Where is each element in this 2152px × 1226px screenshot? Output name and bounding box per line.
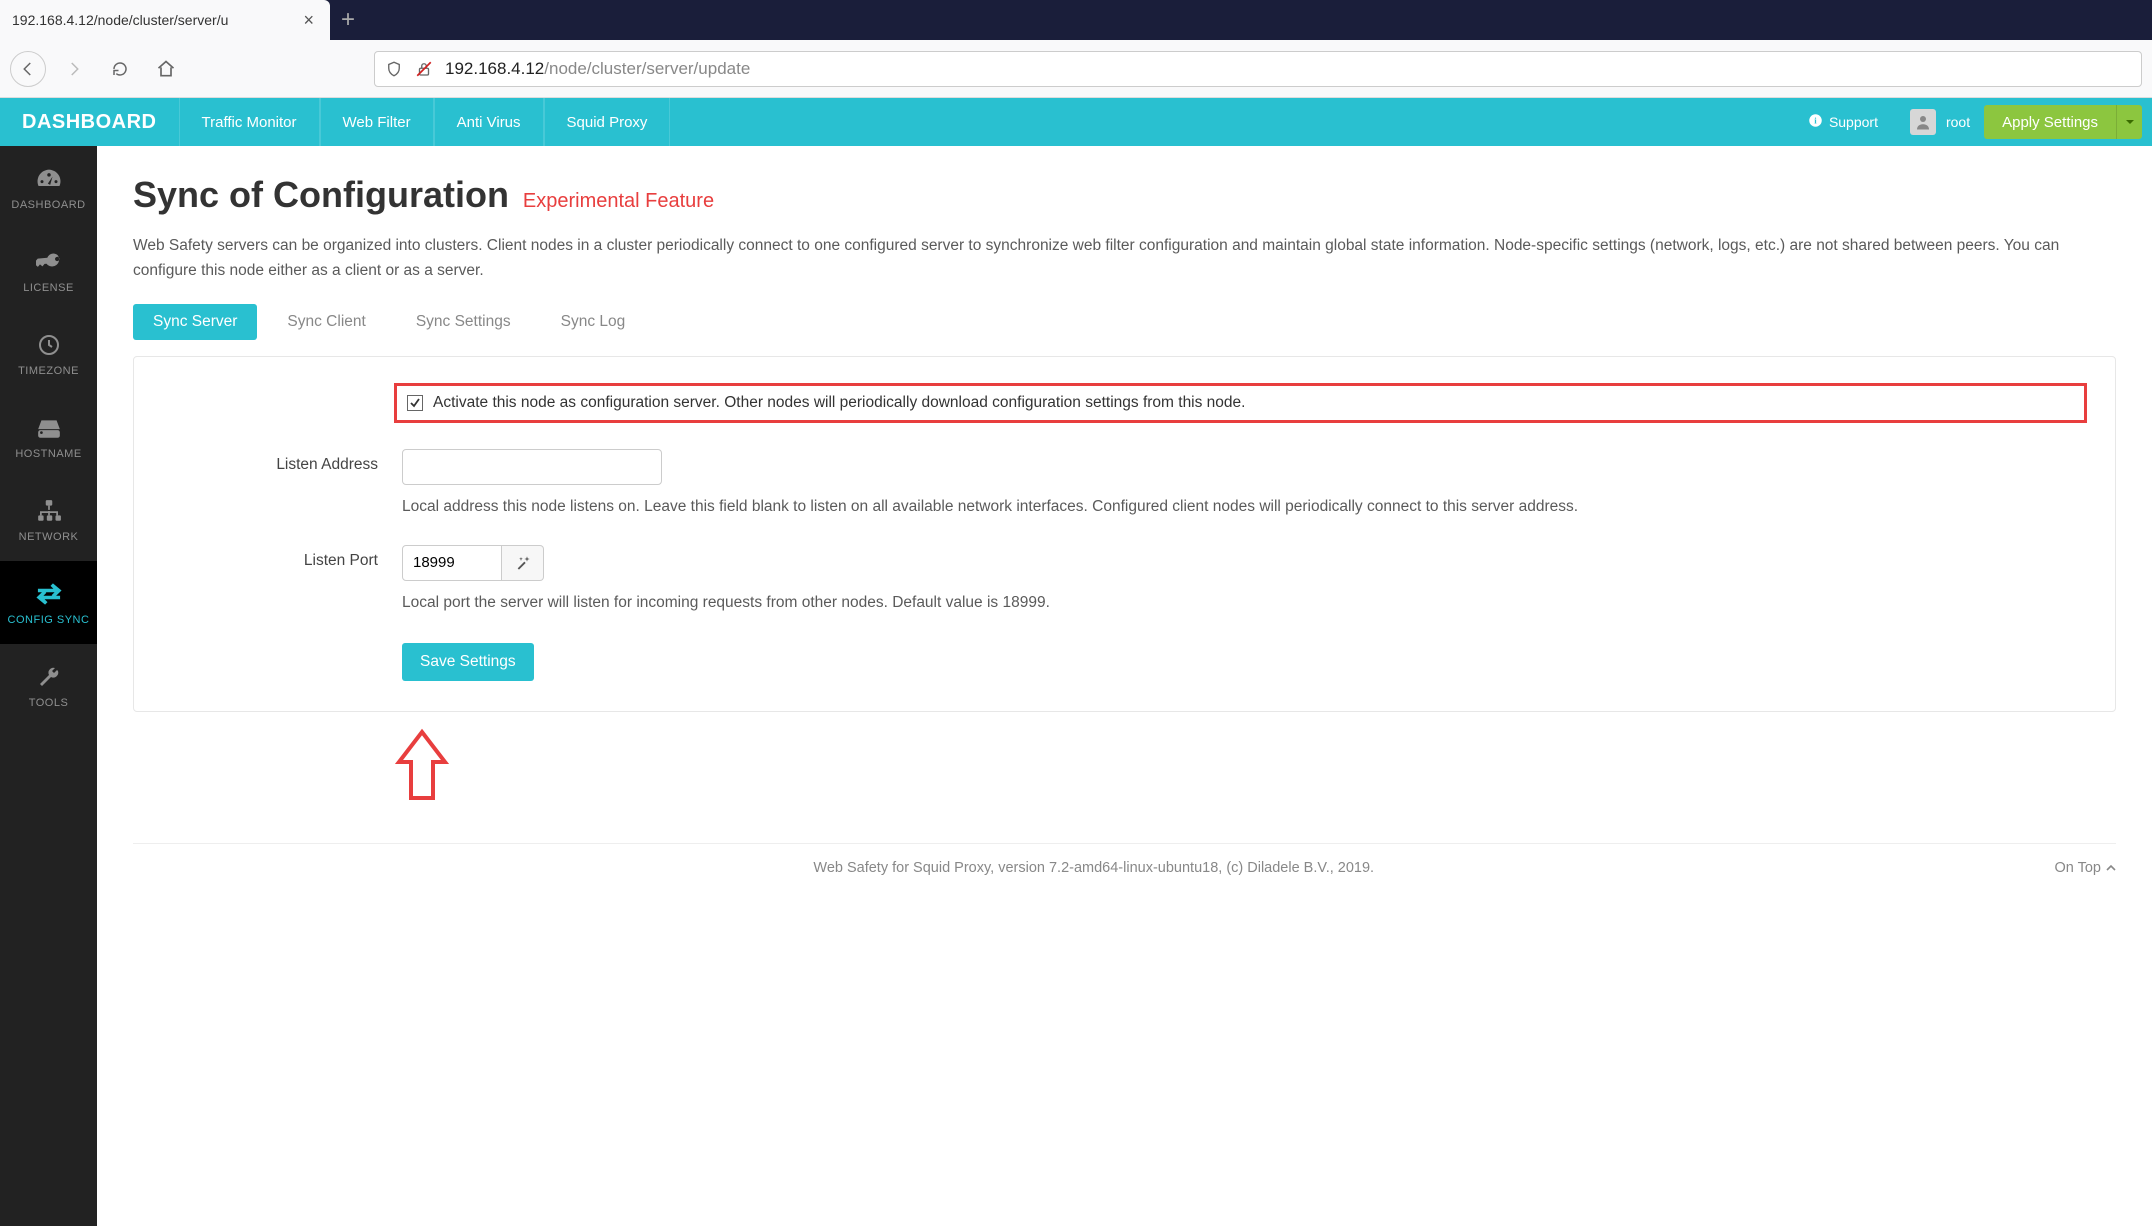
listen-address-help: Local address this node listens on. Leav… xyxy=(402,495,2087,519)
page-heading: Sync of Configuration Experimental Featu… xyxy=(133,174,2116,216)
chevron-up-icon xyxy=(2106,863,2116,873)
sidebar-item-label: CONFIG SYNC xyxy=(8,614,90,626)
save-settings-button[interactable]: Save Settings xyxy=(402,643,534,681)
browser-tab[interactable]: 192.168.4.12/node/cluster/server/u × xyxy=(0,0,330,40)
drive-icon xyxy=(36,414,62,442)
user-label: root xyxy=(1946,114,1970,130)
page-title: Sync of Configuration xyxy=(133,174,509,215)
tab-sync-server[interactable]: Sync Server xyxy=(133,304,257,340)
close-icon[interactable]: × xyxy=(299,10,318,31)
annotation-arrow-icon xyxy=(395,726,2116,807)
form-panel: Activate this node as configuration serv… xyxy=(133,356,2116,712)
sidebar-item-network[interactable]: NETWORK xyxy=(0,478,97,561)
sidebar-item-label: TOOLS xyxy=(29,697,69,709)
app-navbar: DASHBOARD Traffic Monitor Web Filter Ant… xyxy=(0,98,2152,146)
sidebar-item-label: LICENSE xyxy=(23,282,74,294)
nav-squid-proxy[interactable]: Squid Proxy xyxy=(544,98,671,146)
nav-anti-virus[interactable]: Anti Virus xyxy=(434,98,544,146)
brand[interactable]: DASHBOARD xyxy=(0,111,179,134)
info-icon: i xyxy=(1808,113,1823,131)
nav-web-filter[interactable]: Web Filter xyxy=(320,98,434,146)
browser-toolbar: 192.168.4.12/node/cluster/server/update xyxy=(0,40,2152,98)
sidebar-item-label: NETWORK xyxy=(19,531,79,543)
home-button[interactable] xyxy=(148,51,184,87)
listen-address-input[interactable] xyxy=(402,449,662,485)
clock-icon xyxy=(37,331,61,359)
back-button[interactable] xyxy=(10,51,46,87)
support-link[interactable]: i Support xyxy=(1790,113,1896,131)
row-listen-address: Listen Address Local address this node l… xyxy=(162,449,2087,519)
reload-button[interactable] xyxy=(102,51,138,87)
row-listen-port: Listen Port Local port the server will l… xyxy=(162,545,2087,615)
sitemap-icon xyxy=(36,497,62,525)
apply-settings-button[interactable]: Apply Settings xyxy=(1984,105,2116,139)
tabs: Sync Server Sync Client Sync Settings Sy… xyxy=(133,304,2116,340)
browser-chrome: 192.168.4.12/node/cluster/server/u × + 1… xyxy=(0,0,2152,98)
shield-icon xyxy=(385,60,403,78)
sidebar-item-timezone[interactable]: TIMEZONE xyxy=(0,312,97,395)
gauge-icon xyxy=(35,165,63,193)
tab-sync-settings[interactable]: Sync Settings xyxy=(396,304,531,340)
url-text: 192.168.4.12/node/cluster/server/update xyxy=(445,59,750,79)
sidebar-item-hostname[interactable]: HOSTNAME xyxy=(0,395,97,478)
apply-settings-group: Apply Settings xyxy=(1984,99,2152,145)
key-icon xyxy=(36,248,62,276)
sidebar-item-label: HOSTNAME xyxy=(15,448,81,460)
listen-address-label: Listen Address xyxy=(162,449,402,519)
avatar-icon xyxy=(1910,109,1936,135)
user-menu[interactable]: root xyxy=(1896,109,1984,135)
tab-sync-client[interactable]: Sync Client xyxy=(267,304,385,340)
browser-tab-strip: 192.168.4.12/node/cluster/server/u × + xyxy=(0,0,2152,40)
activate-highlight: Activate this node as configuration serv… xyxy=(394,383,2087,423)
forward-button[interactable] xyxy=(56,51,92,87)
page-subtitle: Experimental Feature xyxy=(523,190,714,212)
wrench-icon xyxy=(37,663,61,691)
sidebar-item-tools[interactable]: TOOLS xyxy=(0,644,97,727)
listen-port-wand-button[interactable] xyxy=(502,545,544,581)
page-description: Web Safety servers can be organized into… xyxy=(133,234,2116,284)
tab-sync-log[interactable]: Sync Log xyxy=(541,304,646,340)
sidebar: DASHBOARD LICENSE TIMEZONE HOSTNAME NETW… xyxy=(0,146,97,1226)
footer-text: Web Safety for Squid Proxy, version 7.2-… xyxy=(813,860,1374,876)
url-bar[interactable]: 192.168.4.12/node/cluster/server/update xyxy=(374,51,2142,87)
insecure-lock-icon xyxy=(415,60,433,78)
activate-checkbox[interactable] xyxy=(407,395,423,411)
sidebar-item-label: TIMEZONE xyxy=(18,365,79,377)
browser-tab-title: 192.168.4.12/node/cluster/server/u xyxy=(12,12,228,28)
on-top-link[interactable]: On Top xyxy=(2054,860,2116,876)
sidebar-item-config-sync[interactable]: CONFIG SYNC xyxy=(0,561,97,644)
new-tab-button[interactable]: + xyxy=(330,0,366,40)
activate-label: Activate this node as configuration serv… xyxy=(433,394,1245,412)
apply-settings-caret[interactable] xyxy=(2116,105,2142,139)
nav-traffic-monitor[interactable]: Traffic Monitor xyxy=(179,98,320,146)
sidebar-item-license[interactable]: LICENSE xyxy=(0,229,97,312)
support-label: Support xyxy=(1829,114,1878,130)
sidebar-item-label: DASHBOARD xyxy=(11,199,85,211)
listen-port-label: Listen Port xyxy=(162,545,402,615)
listen-port-help: Local port the server will listen for in… xyxy=(402,591,2087,615)
footer: Web Safety for Squid Proxy, version 7.2-… xyxy=(133,843,2116,876)
listen-port-input[interactable] xyxy=(402,545,502,581)
sidebar-item-dashboard[interactable]: DASHBOARD xyxy=(0,146,97,229)
content: Sync of Configuration Experimental Featu… xyxy=(97,146,2152,1226)
exchange-icon xyxy=(35,580,63,608)
